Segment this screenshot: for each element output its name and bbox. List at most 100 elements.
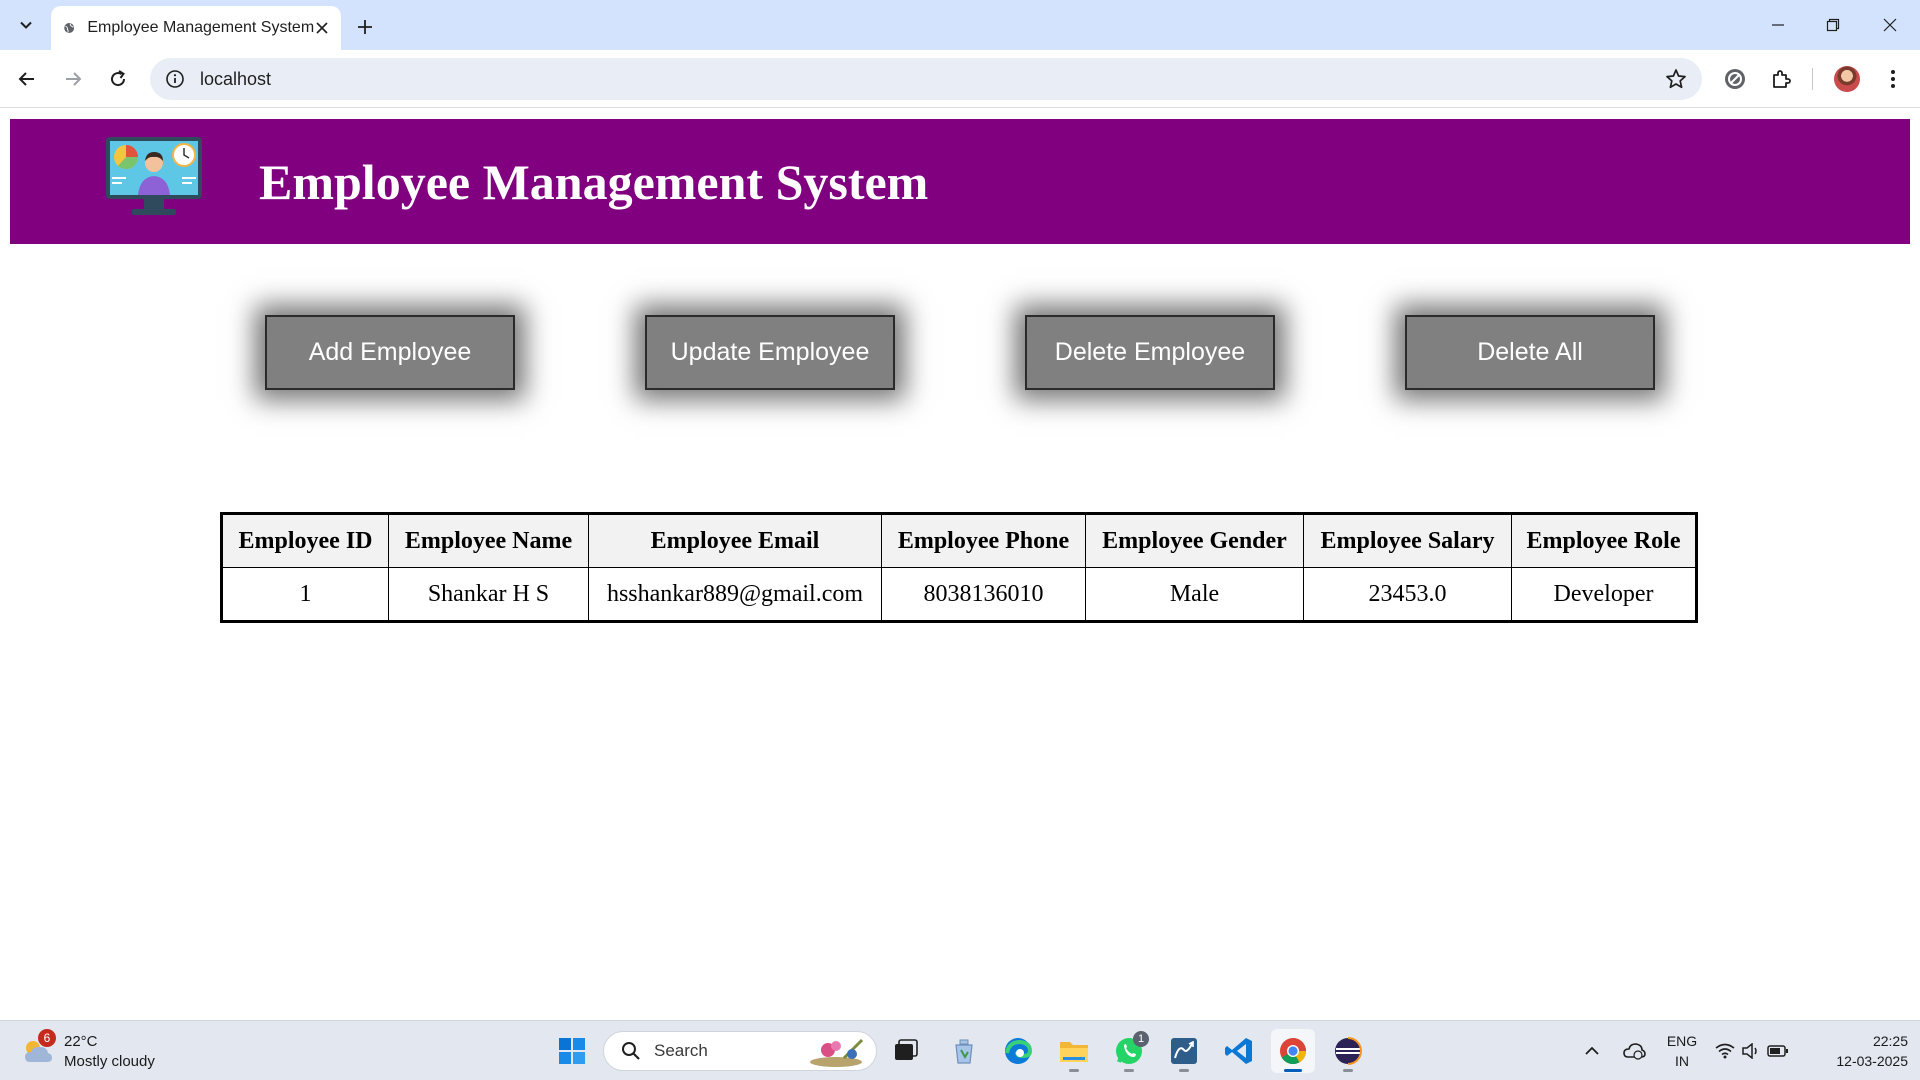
system-clock[interactable]: 22:25 12-03-2025	[1808, 1031, 1908, 1071]
taskbar-app-file-explorer[interactable]	[1052, 1029, 1096, 1073]
weather-description: Mostly cloudy	[64, 1053, 155, 1070]
tab-title: Employee Management System	[87, 19, 315, 36]
taskbar-app-chrome[interactable]	[1271, 1029, 1315, 1073]
taskbar-app-eclipse[interactable]	[1326, 1029, 1370, 1073]
globe-icon	[64, 23, 75, 33]
taskbar-app-edge[interactable]	[996, 1029, 1040, 1073]
task-view-button[interactable]	[884, 1029, 928, 1073]
taskbar-app-vscode[interactable]	[1217, 1029, 1261, 1073]
star-icon	[1666, 69, 1686, 89]
add-employee-button[interactable]: Add Employee	[265, 315, 515, 390]
start-button[interactable]	[550, 1029, 594, 1073]
cell-name: Shankar H S	[388, 567, 589, 622]
edge-browser-icon	[1005, 1038, 1033, 1064]
cell-salary: 23453.0	[1303, 567, 1512, 622]
chevron-down-icon	[20, 21, 32, 29]
recycle-bin-icon	[955, 1039, 973, 1064]
page-title: Employee Management System	[259, 154, 929, 210]
column-header-salary: Employee Salary	[1303, 513, 1512, 568]
cell-id: 1	[221, 567, 389, 622]
bookmark-button[interactable]	[1656, 59, 1696, 99]
arrow-left-icon	[18, 72, 34, 86]
employee-monitor-logo	[106, 137, 202, 215]
wifi-icon	[1715, 1043, 1735, 1059]
page-header: Employee Management System	[10, 119, 1910, 244]
whatsapp-unread-badge: 1	[1133, 1031, 1149, 1047]
delete-all-button[interactable]: Delete All	[1405, 315, 1655, 390]
column-header-id: Employee ID	[221, 513, 389, 568]
weather-widget[interactable]: 6 22°C Mostly cloudy	[20, 1029, 180, 1073]
browser-toolbar: localhost	[0, 50, 1920, 108]
weather-temperature: 22°C	[64, 1033, 98, 1050]
toolbar-separator	[1812, 68, 1813, 90]
browser-tab[interactable]: Employee Management System	[51, 6, 341, 50]
tab-search-button[interactable]	[10, 10, 42, 40]
task-view-icon	[895, 1039, 918, 1060]
minimize-icon	[1772, 24, 1784, 26]
database-app-icon	[1171, 1038, 1197, 1064]
avatar	[1834, 66, 1860, 92]
folder-icon	[1060, 1042, 1088, 1062]
taskbar-app-whatsapp[interactable]: 1	[1107, 1029, 1151, 1073]
quick-settings-button[interactable]	[1712, 1029, 1792, 1073]
new-tab-button[interactable]	[350, 12, 380, 42]
employee-table: Employee ID Employee Name Employee Email…	[220, 512, 1698, 623]
language-region: IN	[1675, 1053, 1689, 1069]
search-highlight-illustration-icon	[810, 1038, 864, 1067]
show-hidden-icons-button[interactable]	[1580, 1029, 1604, 1073]
taskbar-app-files[interactable]	[942, 1029, 986, 1073]
running-indicator	[1343, 1069, 1353, 1072]
reload-button[interactable]	[101, 62, 135, 96]
search-placeholder: Search	[654, 1041, 708, 1060]
onedrive-tray-button[interactable]	[1618, 1029, 1650, 1073]
reload-icon	[111, 70, 126, 87]
language-code: ENG	[1666, 1033, 1698, 1049]
forward-button[interactable]	[56, 62, 90, 96]
active-app-indicator	[1284, 1069, 1302, 1072]
clock-date: 12-03-2025	[1836, 1053, 1908, 1069]
arrow-right-icon	[66, 72, 82, 86]
url-text[interactable]: localhost	[200, 69, 1656, 90]
delete-employee-button[interactable]: Delete Employee	[1025, 315, 1275, 390]
volume-icon	[1742, 1043, 1757, 1059]
cell-email: hsshankar889@gmail.com	[588, 567, 882, 622]
chevron-up-icon	[1585, 1046, 1599, 1055]
windows-taskbar: 6 22°C Mostly cloudy Search 1 ENG IN 22:…	[0, 1020, 1920, 1080]
update-employee-button[interactable]: Update Employee	[645, 315, 895, 390]
minimize-button[interactable]	[1758, 10, 1798, 40]
profile-button[interactable]	[1830, 62, 1864, 96]
site-info-button[interactable]	[154, 58, 196, 100]
adblock-extension-button[interactable]	[1718, 62, 1752, 96]
table-header-row: Employee ID Employee Name Employee Email…	[221, 513, 1697, 568]
taskbar-app-sql-workbench[interactable]	[1162, 1029, 1206, 1073]
taskbar-search[interactable]: Search	[603, 1031, 877, 1071]
extensions-button[interactable]	[1764, 62, 1798, 96]
vscode-icon	[1225, 1038, 1252, 1064]
column-header-phone: Employee Phone	[881, 513, 1086, 568]
info-icon	[166, 70, 184, 88]
restore-button[interactable]	[1813, 10, 1853, 40]
running-indicator	[1124, 1069, 1134, 1072]
cell-gender: Male	[1085, 567, 1304, 622]
battery-icon	[1767, 1045, 1788, 1057]
input-language-indicator[interactable]: ENG IN	[1662, 1031, 1702, 1071]
column-header-role: Employee Role	[1511, 513, 1697, 568]
running-indicator	[1069, 1069, 1079, 1072]
close-tab-button[interactable]	[314, 16, 329, 40]
cell-phone: 8038136010	[881, 567, 1086, 622]
close-icon	[316, 22, 328, 34]
plus-icon	[358, 20, 372, 34]
puzzle-icon	[1773, 70, 1791, 88]
restore-icon	[1826, 18, 1840, 32]
table-row: 1 Shankar H S hsshankar889@gmail.com 803…	[221, 567, 1697, 622]
page-content: Employee Management System Add Employee …	[0, 109, 1920, 1020]
eclipse-ide-icon	[1335, 1037, 1362, 1065]
block-icon	[1725, 69, 1745, 89]
windows-logo-icon	[559, 1038, 585, 1064]
close-window-button[interactable]	[1870, 10, 1910, 40]
weather-notification-badge: 6	[38, 1029, 56, 1047]
cloud-sync-icon	[1623, 1043, 1646, 1060]
address-bar[interactable]: localhost	[150, 58, 1702, 100]
browser-menu-button[interactable]	[1876, 62, 1910, 96]
back-button[interactable]	[10, 62, 44, 96]
